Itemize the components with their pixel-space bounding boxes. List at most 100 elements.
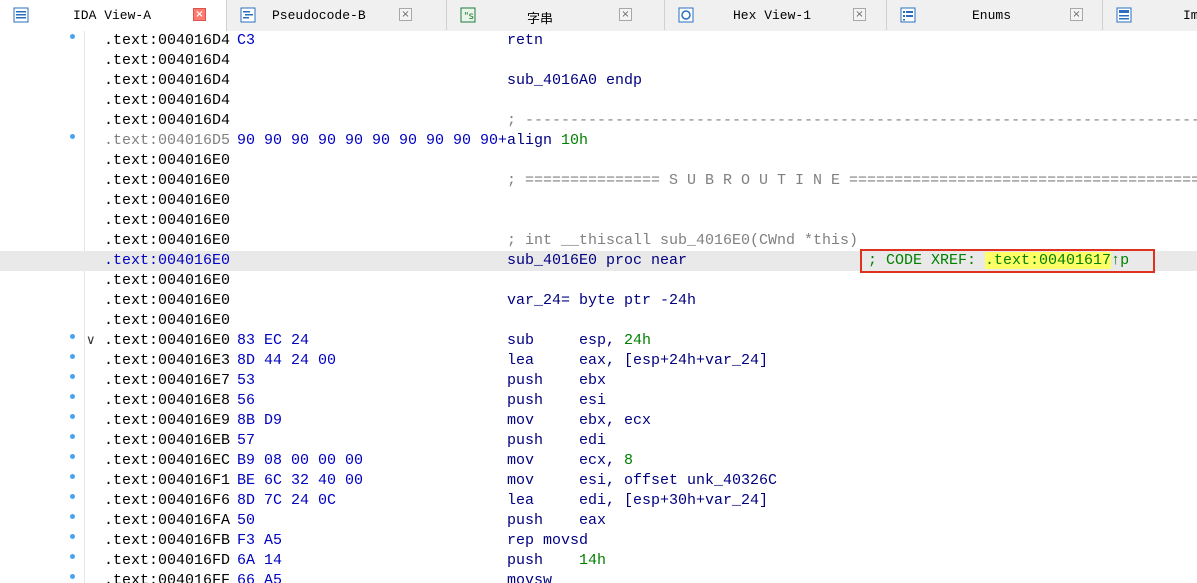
- code-line[interactable]: .text:004016FA 50 push eax: [0, 511, 1197, 531]
- opcode-bytes: 83 EC 24: [237, 332, 310, 349]
- tab-hex-view[interactable]: Hex View-1 ×: [665, 0, 887, 30]
- instruction-text: mov ebx, ecx: [507, 412, 652, 429]
- code-line[interactable]: .text:004016D5 90 90 90 90 90 90 90 90 90…: [0, 131, 1197, 151]
- tab-strings[interactable]: "s 字串 ×: [447, 0, 665, 30]
- code-line[interactable]: .text:004016E0: [0, 311, 1197, 331]
- instruction: lea eax, [esp+24h+var_24]: [507, 351, 768, 371]
- opcode-bytes: BE 6C 32 40 00: [237, 472, 364, 489]
- code-line[interactable]: .text:004016D4: [0, 51, 1197, 71]
- line-address: .text:004016E0: [104, 192, 231, 209]
- breakpoint-dot-icon[interactable]: [70, 574, 75, 579]
- disassembly-listing[interactable]: .text:004016D4 C3 retn .text:004016D4 .text:…: [0, 31, 1197, 583]
- code-line[interactable]: .text:004016E0 ; int __thiscall sub_4016E…: [0, 231, 1197, 251]
- breakpoint-dot-icon[interactable]: [70, 494, 75, 499]
- code-line[interactable]: .text:004016D4 C3 retn: [0, 31, 1197, 51]
- instruction-op: mov ecx,: [507, 452, 625, 469]
- code-line[interactable]: .text:004016F6 8D 7C 24 0C lea edi, [esp+3…: [0, 491, 1197, 511]
- code-line[interactable]: ∨ .text:004016E0 83 EC 24 sub esp, 24h: [0, 331, 1197, 351]
- close-icon[interactable]: ×: [1070, 8, 1083, 21]
- line-address: .text:004016FA: [104, 512, 231, 529]
- breakpoint-dot-icon[interactable]: [70, 474, 75, 479]
- breakpoint-dot-icon[interactable]: [70, 394, 75, 399]
- pseudocode-icon: [240, 7, 256, 23]
- close-icon[interactable]: ×: [399, 8, 412, 21]
- opcode-bytes: 56: [237, 392, 256, 409]
- code-line[interactable]: .text:004016E7 53 push ebx: [0, 371, 1197, 391]
- breakpoint-dot-icon[interactable]: [70, 514, 75, 519]
- line-address: .text:004016EB: [104, 432, 231, 449]
- breakpoint-dot-icon[interactable]: [70, 34, 75, 39]
- instruction-text: var_24= byte ptr -24h: [507, 292, 697, 309]
- instruction-text: sub_4016E0 proc near: [507, 252, 688, 269]
- breakpoint-dot-icon[interactable]: [70, 534, 75, 539]
- breakpoint-dot-icon[interactable]: [70, 434, 75, 439]
- close-icon[interactable]: ×: [619, 8, 632, 21]
- breakpoint-dot-icon[interactable]: [70, 354, 75, 359]
- instruction-number: 24h: [624, 332, 652, 349]
- tab-label: Im: [1183, 8, 1197, 23]
- code-line[interactable]: .text:004016E0 sub_4016E0 proc near ; CODE…: [0, 249, 1197, 273]
- strings-icon: "s: [460, 7, 476, 23]
- instruction: push 14h: [507, 551, 606, 571]
- code-line[interactable]: .text:004016FD 6A 14 push 14h: [0, 551, 1197, 571]
- close-icon[interactable]: ×: [853, 8, 866, 21]
- line-address: .text:004016E0: [104, 312, 231, 329]
- code-line[interactable]: .text:004016E0 var_24= byte ptr -24h: [0, 291, 1197, 311]
- code-line[interactable]: .text:004016EB 57 push edi: [0, 431, 1197, 451]
- enums-icon: [900, 7, 916, 23]
- opcode-bytes: 90 90 90 90 90 90 90 90 90 90+: [237, 132, 508, 149]
- instruction: ; int __thiscall sub_4016E0(CWnd *this): [507, 231, 858, 251]
- collapse-chevron-icon[interactable]: ∨: [86, 331, 100, 351]
- imports-icon: [1116, 7, 1132, 23]
- breakpoint-dot-icon[interactable]: [70, 374, 75, 379]
- tab-label: Enums: [972, 8, 1012, 23]
- code-line[interactable]: .text:004016F1 BE 6C 32 40 00 mov esi, off…: [0, 471, 1197, 491]
- code-line[interactable]: .text:004016E9 8B D9 mov ebx, ecx: [0, 411, 1197, 431]
- instruction-op: align: [507, 132, 553, 149]
- line-address: .text:004016E3: [104, 352, 231, 369]
- opcode-bytes: 6A 14: [237, 552, 283, 569]
- tab-enums[interactable]: Enums ×: [887, 0, 1103, 30]
- tab-imports[interactable]: Im: [1103, 0, 1197, 30]
- tab-ida-view[interactable]: IDA View-A ×: [0, 0, 227, 31]
- breakpoint-dot-icon[interactable]: [70, 414, 75, 419]
- xref-target-link[interactable]: .text:00401617: [985, 252, 1112, 269]
- instruction: push esi: [507, 391, 606, 411]
- code-line[interactable]: .text:004016E3 8D 44 24 00 lea eax, [esp+2…: [0, 351, 1197, 371]
- tab-label: Hex View-1: [733, 8, 812, 23]
- code-line[interactable]: .text:004016FB F3 A5 rep movsd: [0, 531, 1197, 551]
- code-line[interactable]: .text:004016FF 66 A5 movsw: [0, 571, 1197, 583]
- ida-view-icon: [13, 7, 29, 23]
- instruction-text: movsw: [507, 572, 553, 583]
- code-line[interactable]: .text:004016E8 56 push esi: [0, 391, 1197, 411]
- code-line[interactable]: .text:004016E0: [0, 191, 1197, 211]
- breakpoint-dot-icon[interactable]: [70, 334, 75, 339]
- code-line[interactable]: .text:004016D4 ; ------------------------…: [0, 111, 1197, 131]
- opcode-bytes: 8D 44 24 00: [237, 352, 337, 369]
- code-line[interactable]: .text:004016EC B9 08 00 00 00 mov ecx, 8: [0, 451, 1197, 471]
- code-line[interactable]: .text:004016E0 ; =============== S U B R …: [0, 171, 1197, 191]
- instruction-text: push esi: [507, 392, 607, 409]
- code-line[interactable]: .text:004016E0: [0, 271, 1197, 291]
- instruction-text: mov esi, offset unk_40326C: [507, 472, 778, 489]
- instruction: rep movsd: [507, 531, 588, 551]
- tab-pseudocode[interactable]: Pseudocode-B ×: [227, 0, 447, 30]
- opcode-bytes: 53: [237, 372, 256, 389]
- breakpoint-dot-icon[interactable]: [70, 134, 75, 139]
- instruction: ; --------------------------------------…: [507, 111, 1197, 131]
- opcode-bytes: C3: [237, 32, 256, 49]
- instruction: ; =============== S U B R O U T I N E ==…: [507, 171, 1197, 191]
- breakpoint-dot-icon[interactable]: [70, 554, 75, 559]
- instruction: mov esi, offset unk_40326C: [507, 471, 777, 491]
- line-address: .text:004016FB: [104, 532, 231, 549]
- code-line[interactable]: .text:004016E0: [0, 211, 1197, 231]
- code-line[interactable]: .text:004016D4: [0, 91, 1197, 111]
- code-line[interactable]: .text:004016E0: [0, 151, 1197, 171]
- close-icon[interactable]: ×: [193, 8, 206, 21]
- code-line[interactable]: .text:004016D4 sub_4016A0 endp: [0, 71, 1197, 91]
- breakpoint-dot-icon[interactable]: [70, 454, 75, 459]
- instruction: push ebx: [507, 371, 606, 391]
- instruction-text: rep movsd: [507, 532, 589, 549]
- line-address: .text:004016D4: [104, 32, 231, 49]
- opcode-bytes: 8D 7C 24 0C: [237, 492, 337, 509]
